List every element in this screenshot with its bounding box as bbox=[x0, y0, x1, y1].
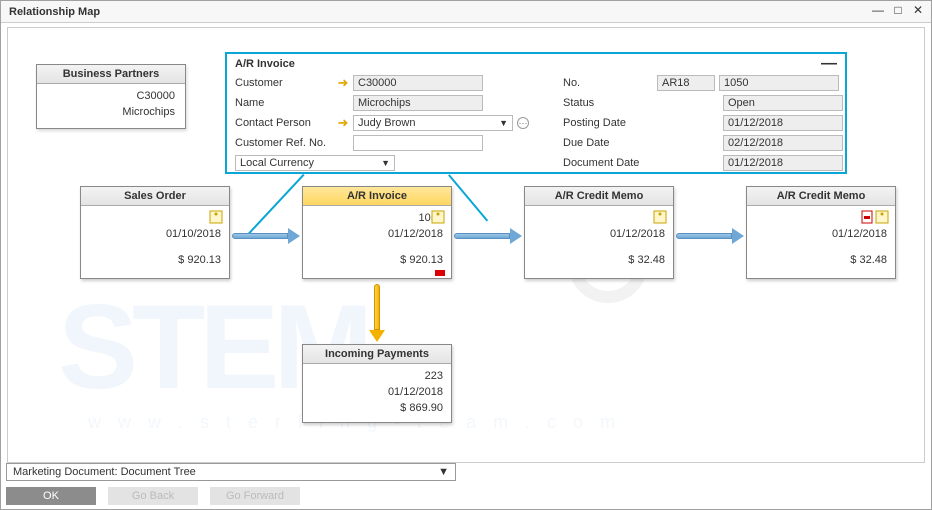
business-partners-header: Business Partners bbox=[37, 65, 185, 84]
close-icon[interactable]: ✕ bbox=[911, 3, 925, 17]
lbl-docdate: Document Date bbox=[563, 157, 653, 169]
card-title: A/R Invoice bbox=[303, 187, 451, 206]
minimize-icon[interactable]: — bbox=[871, 3, 885, 17]
go-back-button: Go Back bbox=[108, 487, 198, 505]
bp-code: C30000 bbox=[47, 88, 175, 104]
titlebar: Relationship Map — □ ✕ bbox=[1, 1, 931, 23]
map-canvas[interactable]: STEM® w w w . s t e r l i n g - t e a m … bbox=[7, 27, 925, 463]
lbl-status: Status bbox=[563, 97, 653, 109]
cancel-icon bbox=[861, 210, 875, 224]
lbl-ref: Customer Ref. No. bbox=[235, 137, 333, 149]
due-date-field[interactable]: 02/12/2018 bbox=[723, 135, 843, 151]
ar-invoice-card[interactable]: A/R Invoice 1050 01/12/2018 $ 920.13 bbox=[302, 186, 452, 279]
view-mode-value: Marketing Document: Document Tree bbox=[13, 466, 196, 478]
flow-arrow-down-icon bbox=[372, 284, 382, 342]
sales-order-card[interactable]: Sales Order 3 01/10/2018 $ 920.13 bbox=[80, 186, 230, 279]
card-title: Incoming Payments bbox=[303, 345, 451, 364]
document-date-field[interactable]: 01/12/2018 bbox=[723, 155, 843, 171]
view-mode-dropdown[interactable]: Marketing Document: Document Tree ▼ bbox=[6, 463, 456, 481]
business-partners-card[interactable]: Business Partners C30000 Microchips bbox=[36, 64, 186, 129]
ar-invoice-detail-panel: A/R Invoice — Customer ➜ C30000 Name Microc… bbox=[225, 52, 847, 174]
flow-arrow-icon bbox=[676, 231, 744, 241]
name-field[interactable]: Microchips bbox=[353, 95, 483, 111]
link-arrow-icon[interactable]: ➜ bbox=[337, 77, 349, 89]
note-icon[interactable] bbox=[875, 210, 889, 224]
note-icon[interactable] bbox=[431, 210, 445, 224]
series-field[interactable]: AR18 bbox=[657, 75, 715, 91]
go-forward-button: Go Forward bbox=[210, 487, 300, 505]
lbl-no: No. bbox=[563, 77, 653, 89]
lbl-due: Due Date bbox=[563, 137, 653, 149]
info-icon[interactable]: ⋯ bbox=[517, 117, 529, 129]
ar-credit-memo-card[interactable]: A/R Credit Memo 10 01/12/2018 $ 32.48 bbox=[524, 186, 674, 279]
card-date: 01/12/2018 bbox=[311, 226, 443, 242]
card-title: A/R Credit Memo bbox=[525, 187, 673, 206]
note-icon[interactable] bbox=[209, 210, 223, 224]
window-controls: — □ ✕ bbox=[871, 3, 925, 17]
card-num: 1050 bbox=[311, 210, 443, 226]
docnum-field[interactable]: 1050 bbox=[719, 75, 839, 91]
card-num: 223 bbox=[311, 368, 443, 384]
posting-date-field[interactable]: 01/12/2018 bbox=[723, 115, 843, 131]
link-arrow-icon[interactable]: ➜ bbox=[337, 117, 349, 129]
lbl-customer: Customer bbox=[235, 77, 333, 89]
card-title: A/R Credit Memo bbox=[747, 187, 895, 206]
card-date: 01/12/2018 bbox=[533, 226, 665, 242]
lbl-contact: Contact Person bbox=[235, 117, 333, 129]
card-amount: $ 32.48 bbox=[755, 252, 887, 268]
status-field: Open bbox=[723, 95, 843, 111]
lbl-posting: Posting Date bbox=[563, 117, 653, 129]
customer-field[interactable]: C30000 bbox=[353, 75, 483, 91]
card-date: 01/12/2018 bbox=[755, 226, 887, 242]
currency-dropdown[interactable]: Local Currency▼ bbox=[235, 155, 395, 171]
connector-line bbox=[448, 174, 488, 221]
customer-ref-field[interactable] bbox=[353, 135, 483, 151]
window-title: Relationship Map bbox=[9, 6, 100, 18]
chevron-down-icon: ▼ bbox=[438, 466, 449, 478]
connector-line bbox=[248, 174, 305, 235]
ok-button[interactable]: OK bbox=[6, 487, 96, 505]
card-amount: $ 32.48 bbox=[533, 252, 665, 268]
flow-arrow-icon bbox=[454, 231, 522, 241]
lbl-name: Name bbox=[235, 97, 333, 109]
maximize-icon[interactable]: □ bbox=[891, 3, 905, 17]
card-num: 10 bbox=[533, 210, 665, 226]
contact-dropdown[interactable]: Judy Brown▼ bbox=[353, 115, 513, 131]
card-date: 01/12/2018 bbox=[311, 384, 443, 400]
collapse-icon[interactable]: — bbox=[821, 59, 837, 69]
detail-title: A/R Invoice bbox=[235, 58, 295, 70]
incoming-payments-card[interactable]: Incoming Payments 223 01/12/2018 $ 869.9… bbox=[302, 344, 452, 423]
bp-name: Microchips bbox=[47, 104, 175, 120]
relationship-map-window: Relationship Map — □ ✕ STEM® w w w . s t… bbox=[0, 0, 932, 510]
card-num: 3 bbox=[89, 210, 221, 226]
button-bar: OK Go Back Go Forward bbox=[6, 487, 300, 505]
flow-arrow-icon bbox=[232, 231, 300, 241]
card-amount: $ 920.13 bbox=[89, 252, 221, 268]
card-title: Sales Order bbox=[81, 187, 229, 206]
status-marker-icon bbox=[435, 270, 445, 276]
ar-credit-memo-cancelled-card[interactable]: A/R Credit Memo 11 01/12/2018 $ 32.48 bbox=[746, 186, 896, 279]
card-amount: $ 869.90 bbox=[311, 400, 443, 416]
card-amount: $ 920.13 bbox=[311, 252, 443, 268]
business-partners-body: C30000 Microchips bbox=[37, 84, 185, 128]
note-icon[interactable] bbox=[653, 210, 667, 224]
card-date: 01/10/2018 bbox=[89, 226, 221, 242]
